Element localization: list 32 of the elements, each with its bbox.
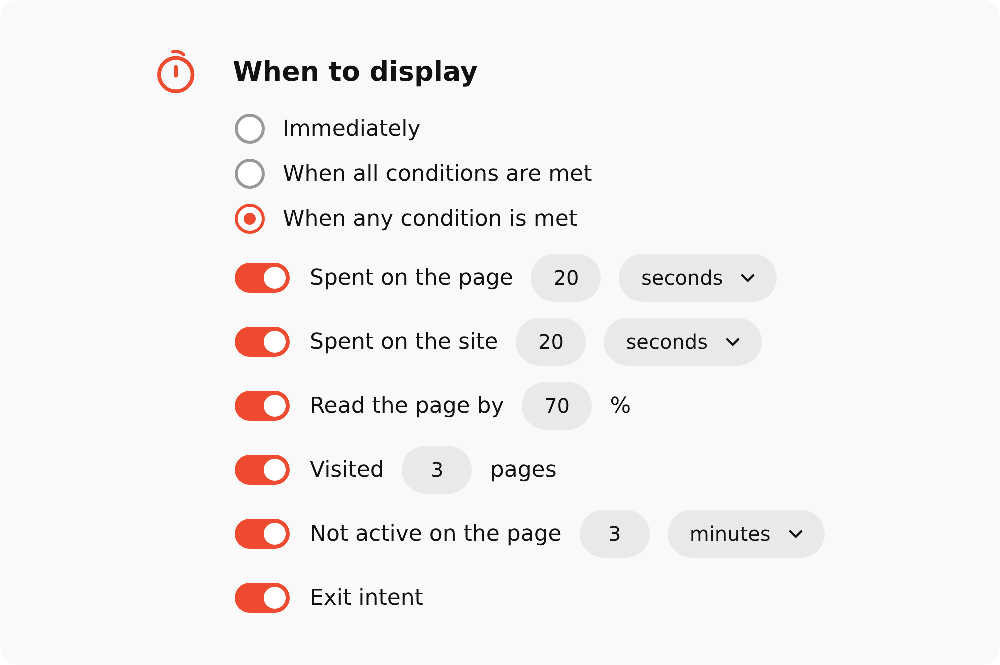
toggle-switch[interactable] xyxy=(235,455,290,485)
toggle-switch[interactable] xyxy=(235,519,290,549)
toggle-switch[interactable] xyxy=(235,327,290,357)
chevron-down-icon xyxy=(741,274,756,282)
unit-dropdown[interactable]: seconds xyxy=(604,318,762,366)
condition-label: Exit intent xyxy=(310,586,424,610)
number-field[interactable]: 70 xyxy=(522,382,592,430)
number-field[interactable]: 3 xyxy=(402,446,472,494)
condition-label: Visited xyxy=(310,458,384,482)
radio-button[interactable] xyxy=(235,114,265,144)
number-field[interactable]: 20 xyxy=(516,318,586,366)
condition-label: Spent on the site xyxy=(310,330,498,354)
condition-label: Not active on the page xyxy=(310,522,562,546)
condition-label: Read the page by xyxy=(310,394,504,418)
toggle-switch[interactable] xyxy=(235,391,290,421)
section-title: When to display xyxy=(233,56,478,88)
radio-button[interactable] xyxy=(235,159,265,189)
chevron-down-icon xyxy=(726,338,740,346)
number-field[interactable]: 3 xyxy=(580,510,650,558)
radio-label: When any condition is met xyxy=(283,206,578,232)
radio-label: When all conditions are met xyxy=(283,162,592,186)
condition-label: % xyxy=(610,394,632,418)
condition-label: Spent on the page xyxy=(310,266,514,290)
condition-label: pages xyxy=(490,458,557,482)
unit-dropdown[interactable]: minutes xyxy=(668,510,825,558)
radio-button[interactable] xyxy=(235,204,265,234)
number-field[interactable]: 20 xyxy=(531,254,602,302)
chevron-down-icon xyxy=(788,530,803,538)
toggle-switch[interactable] xyxy=(235,583,290,613)
unit-dropdown[interactable]: seconds xyxy=(619,254,778,302)
radio-label: Immediately xyxy=(283,116,421,142)
toggle-switch[interactable] xyxy=(235,263,290,293)
